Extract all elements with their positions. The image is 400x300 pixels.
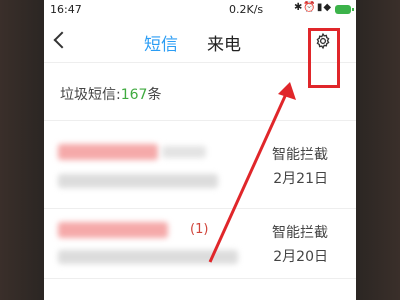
intercept-tag: 智能拦截 <box>272 147 328 163</box>
status-time: 16:47 <box>50 3 82 16</box>
bluetooth-icon: ✱ <box>294 2 304 13</box>
status-bar: 16:47 0.2K/s ✱⏰▮◆ <box>44 0 356 20</box>
message-meta: 智能拦截 2月21日 <box>272 144 328 188</box>
message-date: 2月21日 <box>273 171 328 187</box>
preview-redacted <box>58 174 218 188</box>
tab-calls[interactable]: 来电 <box>207 30 241 55</box>
message-date: 2月20日 <box>273 249 328 265</box>
intercept-tag: 智能拦截 <box>272 225 328 241</box>
highlight-box <box>308 28 340 88</box>
wifi-icon: ◆ <box>323 2 333 13</box>
message-row[interactable]: (1) 智能拦截 2月20日 <box>44 212 356 300</box>
background-right <box>356 0 400 300</box>
alarm-icon: ⏰ <box>303 2 317 13</box>
sender-redacted <box>162 146 206 158</box>
section-divider <box>44 120 356 121</box>
message-row[interactable]: 智能拦截 2月21日 <box>44 124 356 216</box>
spam-unit: 条 <box>147 87 162 103</box>
status-icons: ✱⏰▮◆ <box>294 2 332 13</box>
spam-count: 167 <box>120 87 148 103</box>
row-divider <box>44 208 356 209</box>
sender-redacted <box>58 222 168 238</box>
spam-summary: 垃圾短信:167条 <box>60 84 161 104</box>
spam-label: 垃圾短信: <box>60 87 121 103</box>
preview-redacted <box>58 250 238 264</box>
back-arrow-icon[interactable] <box>53 31 71 49</box>
message-meta: 智能拦截 2月20日 <box>272 222 328 266</box>
network-rate: 0.2K/s <box>229 3 264 16</box>
unread-count: (1) <box>190 222 209 237</box>
row-divider <box>44 278 356 279</box>
tab-sms[interactable]: 短信 <box>144 30 178 55</box>
battery-icon <box>335 5 354 14</box>
sender-redacted <box>58 144 158 160</box>
background-left <box>0 0 44 300</box>
